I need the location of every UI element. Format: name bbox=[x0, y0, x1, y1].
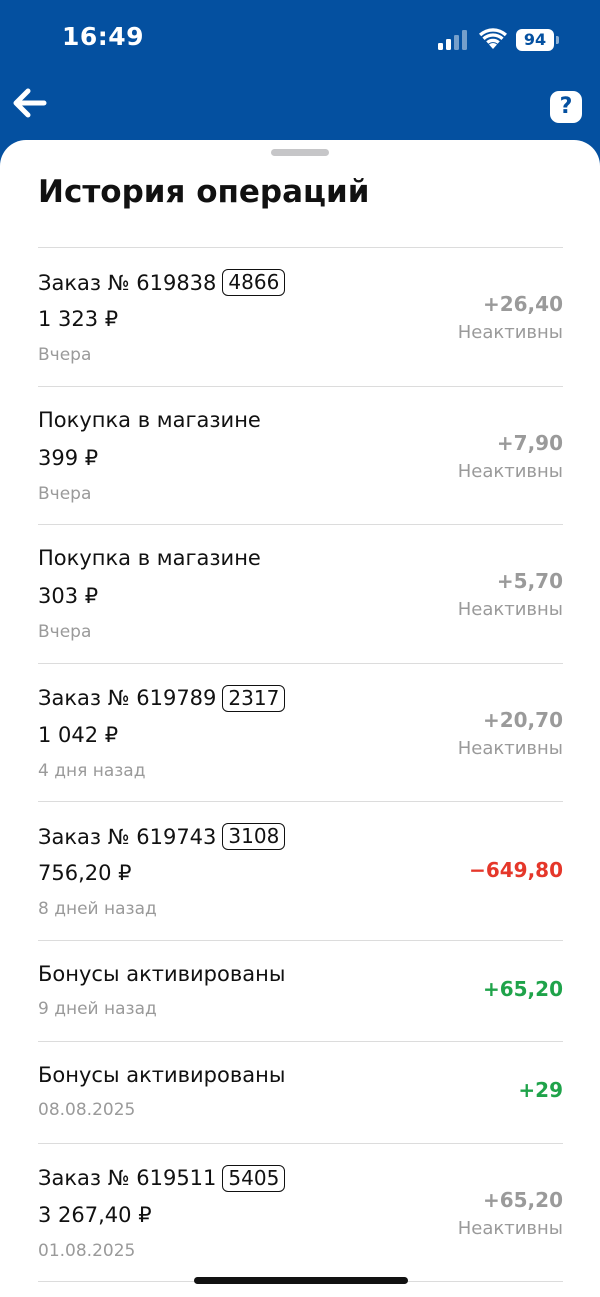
operation-title-line: Бонусы активированы bbox=[38, 962, 285, 986]
operation-title: Заказ № 619789 bbox=[38, 686, 217, 710]
operation-title: Бонусы активированы bbox=[38, 961, 286, 986]
order-code-badge: 3108 bbox=[222, 823, 286, 850]
operation-title: Покупка в магазине bbox=[38, 546, 261, 570]
order-code-badge: 4866 bbox=[222, 269, 286, 296]
operation-title-line: Заказ № 619838 4866 bbox=[38, 269, 286, 296]
operation-title: Заказ № 619743 bbox=[38, 824, 217, 849]
page-title: История операций bbox=[38, 174, 370, 210]
operation-title-line: Бонусы активированы bbox=[38, 1063, 285, 1087]
operation-date: Вчера bbox=[38, 345, 92, 365]
operation-row[interactable]: Бонусы активированы 08.08.2025 +29 bbox=[38, 1042, 563, 1144]
operation-title: Бонусы активированы bbox=[38, 1063, 286, 1087]
operation-amount: 756,20 ₽ bbox=[38, 861, 132, 885]
battery-tip bbox=[556, 36, 559, 44]
operation-date: 8 дней назад bbox=[38, 899, 157, 919]
order-code-badge: 2317 bbox=[222, 684, 286, 712]
help-button[interactable]: ? bbox=[550, 91, 582, 123]
operation-row[interactable]: Заказ № 619511 5405 3 267,40 ₽ 01.08.202… bbox=[38, 1144, 563, 1282]
bonus-amount: +20,70 bbox=[482, 707, 563, 732]
operation-amount: 1 323 ₽ bbox=[38, 307, 119, 331]
bonus-amount: +65,20 bbox=[482, 976, 563, 1001]
bonus-amount: +5,70 bbox=[496, 569, 563, 593]
home-indicator bbox=[194, 1277, 408, 1284]
battery-level: 94 bbox=[516, 29, 554, 51]
bonus-amount: +29 bbox=[518, 1078, 563, 1102]
order-code-badge: 5405 bbox=[222, 1164, 286, 1192]
bonus-amount: +7,90 bbox=[496, 430, 563, 455]
operation-title-line: Заказ № 619511 5405 bbox=[38, 1164, 286, 1192]
operation-date: Вчера bbox=[38, 622, 92, 642]
signal-icon bbox=[438, 30, 467, 50]
status-bar: 16:49 94 bbox=[0, 0, 600, 80]
operation-title: Заказ № 619511 bbox=[38, 1166, 217, 1190]
operation-title-line: Покупка в магазине bbox=[38, 408, 261, 432]
status-time: 16:49 bbox=[62, 22, 145, 51]
bonus-status: Неактивны bbox=[457, 1217, 563, 1239]
bonus-status: Неактивны bbox=[457, 460, 563, 482]
operations-sheet: История операций Заказ № 619838 4866 1 3… bbox=[0, 140, 600, 1297]
operation-title-line: Заказ № 619789 2317 bbox=[38, 684, 286, 712]
operation-title-line: Покупка в магазине bbox=[38, 546, 261, 570]
bonus-status: Неактивны bbox=[457, 322, 563, 343]
operation-amount: 3 267,40 ₽ bbox=[38, 1202, 152, 1227]
operation-date: Вчера bbox=[38, 483, 92, 504]
battery-icon: 94 bbox=[516, 29, 560, 51]
bonus-status: Неактивны bbox=[457, 599, 563, 620]
operation-amount: 303 ₽ bbox=[38, 584, 99, 608]
arrow-left-icon[interactable] bbox=[12, 86, 48, 120]
wifi-icon bbox=[479, 28, 507, 49]
operation-row[interactable]: Покупка в магазине 303 ₽ Вчера +5,70 Неа… bbox=[38, 525, 563, 664]
operation-title: Покупка в магазине bbox=[38, 407, 261, 432]
operation-date: 9 дней назад bbox=[38, 998, 157, 1019]
operation-row[interactable]: Заказ № 619743 3108 756,20 ₽ 8 дней наза… bbox=[38, 802, 563, 941]
operation-row[interactable]: Покупка в магазине 399 ₽ Вчера +7,90 Неа… bbox=[38, 387, 563, 525]
operation-date: 08.08.2025 bbox=[38, 1100, 136, 1120]
operation-date: 01.08.2025 bbox=[38, 1240, 136, 1261]
operation-row[interactable]: Заказ № 619789 2317 1 042 ₽ 4 дня назад … bbox=[38, 664, 563, 802]
bonus-amount: +26,40 bbox=[482, 292, 563, 316]
operation-row[interactable]: Бонусы активированы 9 дней назад +65,20 bbox=[38, 941, 563, 1042]
operations-list: Заказ № 619838 4866 1 323 ₽ Вчера +26,40… bbox=[38, 247, 563, 1282]
operation-date: 4 дня назад bbox=[38, 760, 146, 781]
sheet-grabber[interactable] bbox=[271, 149, 329, 156]
bonus-status: Неактивны bbox=[457, 737, 563, 759]
operation-amount: 1 042 ₽ bbox=[38, 722, 119, 747]
operation-title-line: Заказ № 619743 3108 bbox=[38, 823, 286, 850]
bonus-amount: −649,80 bbox=[469, 858, 563, 882]
operation-row[interactable]: Заказ № 619838 4866 1 323 ₽ Вчера +26,40… bbox=[38, 248, 563, 387]
operation-title: Заказ № 619838 bbox=[38, 270, 217, 295]
bonus-amount: +65,20 bbox=[482, 1187, 563, 1212]
operation-amount: 399 ₽ bbox=[38, 445, 99, 470]
